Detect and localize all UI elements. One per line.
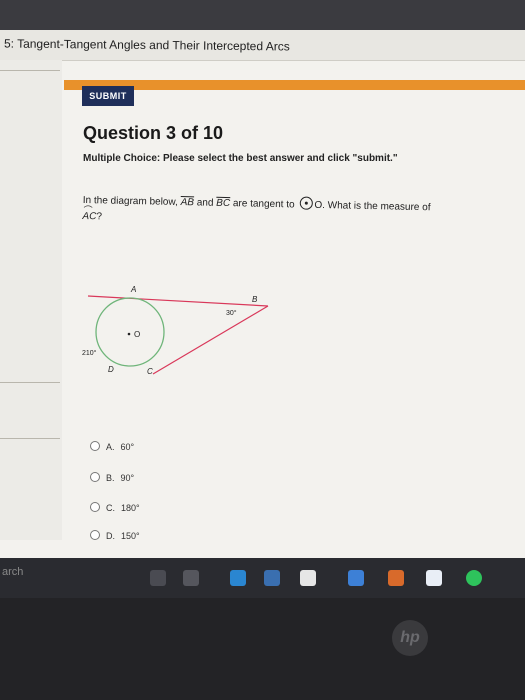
tangent-line-bc bbox=[152, 305, 269, 375]
window-title: 5: Tangent-Tangent Angles and Their Inte… bbox=[3, 36, 290, 54]
option-value: 60° bbox=[120, 442, 135, 452]
label-d: D bbox=[108, 365, 114, 374]
center-dot bbox=[127, 332, 131, 336]
circle-o bbox=[95, 297, 165, 367]
option-value: 150° bbox=[121, 531, 140, 541]
file-explorer-icon[interactable] bbox=[264, 570, 280, 586]
task-view-icon[interactable] bbox=[183, 570, 199, 586]
question-text: In the diagram below, AB and BC are tang… bbox=[82, 192, 483, 233]
label-a: A bbox=[130, 285, 136, 294]
label-o: O bbox=[134, 330, 140, 339]
angle-b-label: 30° bbox=[226, 309, 237, 317]
question-text-part: In the diagram below, bbox=[82, 194, 178, 208]
question-instruction: Multiple Choice: Please select the best … bbox=[83, 153, 398, 164]
option-letter: B. bbox=[106, 473, 115, 483]
segment-ab: AB bbox=[180, 197, 195, 209]
infinity-icon[interactable] bbox=[388, 570, 404, 586]
left-divider bbox=[0, 382, 60, 383]
radio-a[interactable] bbox=[90, 441, 100, 451]
option-value: 90° bbox=[120, 473, 135, 483]
option-d[interactable]: D. 150° bbox=[90, 530, 140, 541]
taskbar bbox=[0, 558, 525, 598]
option-c[interactable]: C. 180° bbox=[90, 502, 140, 513]
browser-top-band bbox=[0, 0, 525, 30]
label-c: C bbox=[147, 367, 153, 376]
left-divider bbox=[0, 70, 60, 71]
radio-d[interactable] bbox=[90, 530, 100, 540]
edge-icon[interactable] bbox=[230, 570, 246, 586]
circle-symbol-icon bbox=[299, 196, 313, 210]
arc-label: 210° bbox=[82, 349, 97, 357]
browser-screen: 5: Tangent-Tangent Angles and Their Inte… bbox=[0, 0, 525, 560]
option-letter: C. bbox=[106, 503, 115, 513]
question-mark: ? bbox=[96, 211, 103, 223]
title-bar: 5: Tangent-Tangent Angles and Their Inte… bbox=[0, 30, 525, 61]
option-value: 180° bbox=[121, 503, 140, 513]
arc-ac: AC bbox=[82, 211, 96, 222]
label-b: B bbox=[252, 295, 258, 304]
spotify-icon[interactable] bbox=[466, 570, 482, 586]
option-letter: D. bbox=[106, 531, 115, 541]
laptop-bezel bbox=[0, 598, 525, 700]
option-letter: A. bbox=[106, 442, 115, 452]
question-text-and: and bbox=[196, 197, 214, 209]
circle-label: O. bbox=[314, 199, 326, 212]
question-text-part: are tangent to bbox=[232, 198, 295, 211]
taskbar-search[interactable]: arch bbox=[2, 566, 23, 578]
radio-b[interactable] bbox=[90, 472, 100, 482]
mic-icon[interactable] bbox=[150, 570, 166, 586]
dropbox-icon[interactable] bbox=[348, 570, 364, 586]
left-divider bbox=[0, 438, 60, 439]
question-title: Question 3 of 10 bbox=[83, 123, 224, 143]
submit-button[interactable]: SUBMIT bbox=[82, 86, 134, 106]
store-icon[interactable] bbox=[300, 570, 316, 586]
segment-bc: BC bbox=[216, 197, 231, 210]
option-b[interactable]: B. 90° bbox=[90, 472, 134, 483]
option-a[interactable]: A. 60° bbox=[90, 441, 134, 452]
tangent-diagram: A B 30° O 210° D C bbox=[82, 285, 269, 376]
radio-c[interactable] bbox=[90, 502, 100, 512]
question-text-part: What is the measure of bbox=[327, 200, 431, 214]
hp-logo: hp bbox=[392, 620, 428, 656]
left-panel bbox=[0, 60, 62, 540]
mail-icon[interactable] bbox=[426, 570, 442, 586]
